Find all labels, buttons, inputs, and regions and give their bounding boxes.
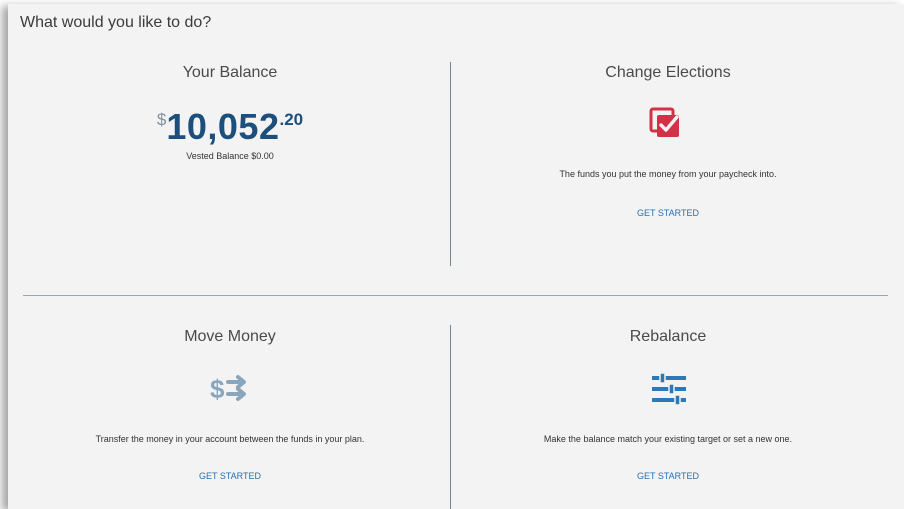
elections-title: Change Elections	[605, 64, 731, 81]
page-heading: What would you like to do?	[20, 14, 212, 31]
actions-panel: What would you like to do? Your Balance …	[8, 4, 904, 509]
balance-currency: $	[156, 110, 167, 129]
move-money-get-started-link[interactable]: GET STARTED	[20, 471, 440, 481]
vested-balance: Vested Balance $0.00	[186, 151, 274, 161]
balance-amount: $10,052.20	[20, 106, 440, 148]
elections-description: The funds you put the money from your pa…	[559, 169, 777, 179]
rebalance-get-started-link[interactable]: GET STARTED	[458, 471, 878, 481]
horizontal-divider	[23, 295, 888, 296]
rebalance-description: Make the balance match your existing tar…	[543, 434, 793, 444]
balance-whole: 10,052	[166, 106, 280, 147]
vertical-divider-bottom	[450, 325, 451, 509]
rebalance-title: Rebalance	[629, 328, 707, 345]
balance-title: Your Balance	[182, 64, 278, 81]
checklist-icon	[649, 107, 679, 137]
sliders-icon	[652, 373, 686, 405]
svg-text:$: $	[210, 374, 225, 403]
vertical-divider-top	[450, 62, 451, 266]
elections-get-started-link[interactable]: GET STARTED	[458, 208, 878, 218]
move-money-description: Transfer the money in your account betwe…	[95, 434, 365, 444]
balance-cents: .20	[279, 110, 304, 129]
move-money-title: Move Money	[184, 328, 276, 345]
dollar-transfer-icon: $	[210, 374, 246, 403]
